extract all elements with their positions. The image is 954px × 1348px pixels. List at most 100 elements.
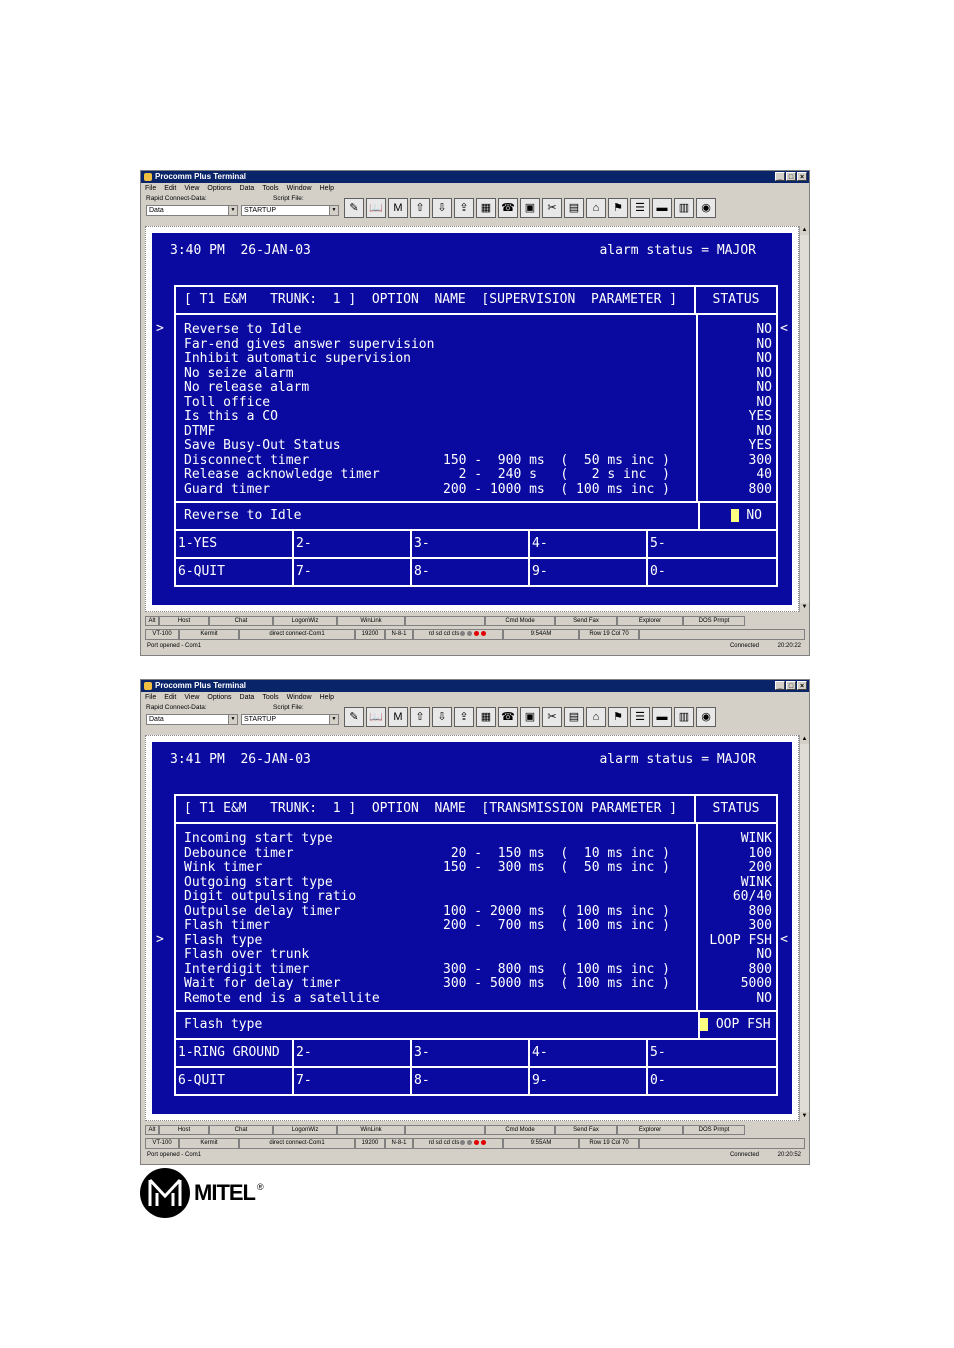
maximize-button[interactable]: □ xyxy=(786,681,796,690)
action-bar-item[interactable]: Cmd Mode xyxy=(485,1125,555,1135)
toolbar-tool-1-icon[interactable]: ✎ xyxy=(344,198,364,218)
minimize-button[interactable]: _ xyxy=(775,681,785,690)
action-bar-item[interactable]: LogonWiz xyxy=(273,616,337,626)
menu-item-data[interactable]: Data xyxy=(240,183,255,194)
menu-item-window[interactable]: Window xyxy=(287,692,312,703)
toolbar-tool-6-icon[interactable]: ⇪ xyxy=(454,707,474,727)
vertical-scrollbar[interactable]: ▲ ▼ xyxy=(799,226,809,612)
list-item[interactable]: Outgoing start type WINK xyxy=(184,875,774,890)
toolbar-tool-2-icon[interactable]: 📖 xyxy=(366,198,386,218)
action-bar-item[interactable]: Cmd Mode xyxy=(485,616,555,626)
toolbar-tool-16-icon[interactable]: ▥ xyxy=(674,198,694,218)
option-choice[interactable]: 8- xyxy=(412,559,530,587)
toolbar-tool-15-icon[interactable]: ▬ xyxy=(652,707,672,727)
option-choice[interactable]: 3- xyxy=(412,1040,530,1068)
menu-item-help[interactable]: Help xyxy=(320,692,334,703)
scroll-down-icon[interactable]: ▼ xyxy=(800,603,809,612)
option-choice[interactable]: 7- xyxy=(294,1068,412,1096)
toolbar-tool-9-icon[interactable]: ▣ xyxy=(520,707,540,727)
action-bar-item[interactable]: Alt xyxy=(145,616,159,626)
list-item[interactable]: Debounce timer 20 - 150 ms ( 10 ms inc )… xyxy=(184,846,774,861)
action-bar-item[interactable]: Explorer xyxy=(617,1125,683,1135)
toolbar-tool-14-icon[interactable]: ☰ xyxy=(630,198,650,218)
toolbar-tool-17-icon[interactable]: ◉ xyxy=(696,198,716,218)
vertical-scrollbar[interactable]: ▲ ▼ xyxy=(799,735,809,1121)
toolbar-tool-12-icon[interactable]: ⌂ xyxy=(586,707,606,727)
option-choice[interactable]: 2- xyxy=(294,1040,412,1068)
action-bar-item[interactable]: Explorer xyxy=(617,616,683,626)
toolbar-tool-10-icon[interactable]: ✂ xyxy=(542,198,562,218)
option-choice[interactable]: 0- xyxy=(648,1068,776,1096)
list-item[interactable]: Wait for delay timer 300 - 5000 ms ( 100 … xyxy=(184,977,774,991)
list-item[interactable]: Wink timer 150 - 300 ms ( 50 ms inc ) 200 xyxy=(184,861,774,875)
option-choice[interactable]: 6-QUIT xyxy=(176,1068,294,1096)
option-choice[interactable]: 0- xyxy=(648,559,776,587)
toolbar-tool-8-icon[interactable]: ☎ xyxy=(498,198,518,218)
toolbar-tool-5-icon[interactable]: ⇩ xyxy=(432,198,452,218)
list-item[interactable]: Interdigit timer 300 - 800 ms ( 100 ms in… xyxy=(184,962,774,977)
toolbar-tool-7-icon[interactable]: ▦ xyxy=(476,707,496,727)
toolbar-tool-11-icon[interactable]: ▤ xyxy=(564,198,584,218)
toolbar-tool-13-icon[interactable]: ⚑ xyxy=(608,707,628,727)
option-choice[interactable]: 5- xyxy=(648,1040,776,1068)
toolbar-tool-13-icon[interactable]: ⚑ xyxy=(608,198,628,218)
list-item[interactable]: Flash type LOOP FSH xyxy=(184,933,774,948)
menu-item-options[interactable]: Options xyxy=(207,692,231,703)
terminal-screen[interactable]: 3:40 PM 26-JAN-03 alarm status = MAJOR [ T… xyxy=(152,233,792,605)
option-choice[interactable]: 5- xyxy=(648,531,776,559)
action-bar-item[interactable]: Chat xyxy=(209,616,273,626)
list-item[interactable]: Inhibit automatic supervision NO xyxy=(184,352,774,366)
list-item[interactable]: No release alarm NO xyxy=(184,381,774,395)
action-bar-item[interactable] xyxy=(405,1125,485,1135)
list-item[interactable]: Guard timer 200 - 1000 ms ( 100 ms inc ) 8… xyxy=(184,482,774,497)
list-item[interactable]: DTMF NO xyxy=(184,424,774,439)
toolbar-tool-3-icon[interactable]: M xyxy=(388,198,408,218)
menu-item-view[interactable]: View xyxy=(184,692,199,703)
action-bar-item[interactable]: Send Fax xyxy=(555,616,617,626)
toolbar-tool-12-icon[interactable]: ⌂ xyxy=(586,198,606,218)
menu-item-tools[interactable]: Tools xyxy=(262,692,278,703)
toolbar-tool-3-icon[interactable]: M xyxy=(388,707,408,727)
action-bar-item[interactable]: LogonWiz xyxy=(273,1125,337,1135)
menu-item-help[interactable]: Help xyxy=(320,183,334,194)
toolbar-tool-4-icon[interactable]: ⇧ xyxy=(410,198,430,218)
toolbar-tool-4-icon[interactable]: ⇧ xyxy=(410,707,430,727)
menu-item-view[interactable]: View xyxy=(184,183,199,194)
menu-item-edit[interactable]: Edit xyxy=(164,692,176,703)
action-bar-item[interactable]: Chat xyxy=(209,1125,273,1135)
option-choice[interactable]: 2- xyxy=(294,531,412,559)
action-bar-item[interactable]: DOS Prmpt xyxy=(683,616,745,626)
menu-item-window[interactable]: Window xyxy=(287,183,312,194)
menu-item-data[interactable]: Data xyxy=(240,692,255,703)
option-choice[interactable]: 7- xyxy=(294,559,412,587)
option-choice[interactable]: 1-RING GROUND xyxy=(176,1040,294,1068)
toolbar-tool-16-icon[interactable]: ▥ xyxy=(674,707,694,727)
list-item[interactable]: Release acknowledge timer 2 - 240 s ( 2 … xyxy=(184,468,774,482)
list-item[interactable]: Is this a CO YES xyxy=(184,410,774,424)
list-item[interactable]: Disconnect timer 150 - 900 ms ( 50 ms inc… xyxy=(184,453,774,468)
toolbar-tool-8-icon[interactable]: ☎ xyxy=(498,707,518,727)
list-item[interactable]: Flash timer 200 - 700 ms ( 100 ms inc ) 30… xyxy=(184,919,774,933)
action-bar-item[interactable]: WinLink xyxy=(337,616,405,626)
list-item[interactable]: Incoming start type WINK xyxy=(184,832,774,846)
toolbar-tool-10-icon[interactable]: ✂ xyxy=(542,707,562,727)
scroll-down-icon[interactable]: ▼ xyxy=(800,1112,809,1121)
toolbar-tool-6-icon[interactable]: ⇪ xyxy=(454,198,474,218)
menu-item-tools[interactable]: Tools xyxy=(262,183,278,194)
list-item[interactable]: Flash over trunk NO xyxy=(184,948,774,962)
close-button[interactable]: × xyxy=(797,681,807,690)
list-item[interactable]: Reverse to Idle NO xyxy=(184,323,774,337)
menu-item-options[interactable]: Options xyxy=(207,183,231,194)
rapid-connect-select[interactable]: Data ▼ xyxy=(146,714,238,725)
toolbar-tool-5-icon[interactable]: ⇩ xyxy=(432,707,452,727)
script-file-select[interactable]: STARTUP ▼ xyxy=(241,714,339,725)
menu-item-file[interactable]: File xyxy=(145,692,156,703)
rapid-connect-select[interactable]: Data ▼ xyxy=(146,205,238,216)
terminal-screen[interactable]: 3:41 PM 26-JAN-03 alarm status = MAJOR [ T… xyxy=(152,742,792,1114)
toolbar-tool-1-icon[interactable]: ✎ xyxy=(344,707,364,727)
action-bar-item[interactable]: Alt xyxy=(145,1125,159,1135)
current-option-value[interactable]: NO xyxy=(698,503,776,529)
script-file-select[interactable]: STARTUP ▼ xyxy=(241,205,339,216)
close-button[interactable]: × xyxy=(797,172,807,181)
option-choice[interactable]: 6-QUIT xyxy=(176,559,294,587)
